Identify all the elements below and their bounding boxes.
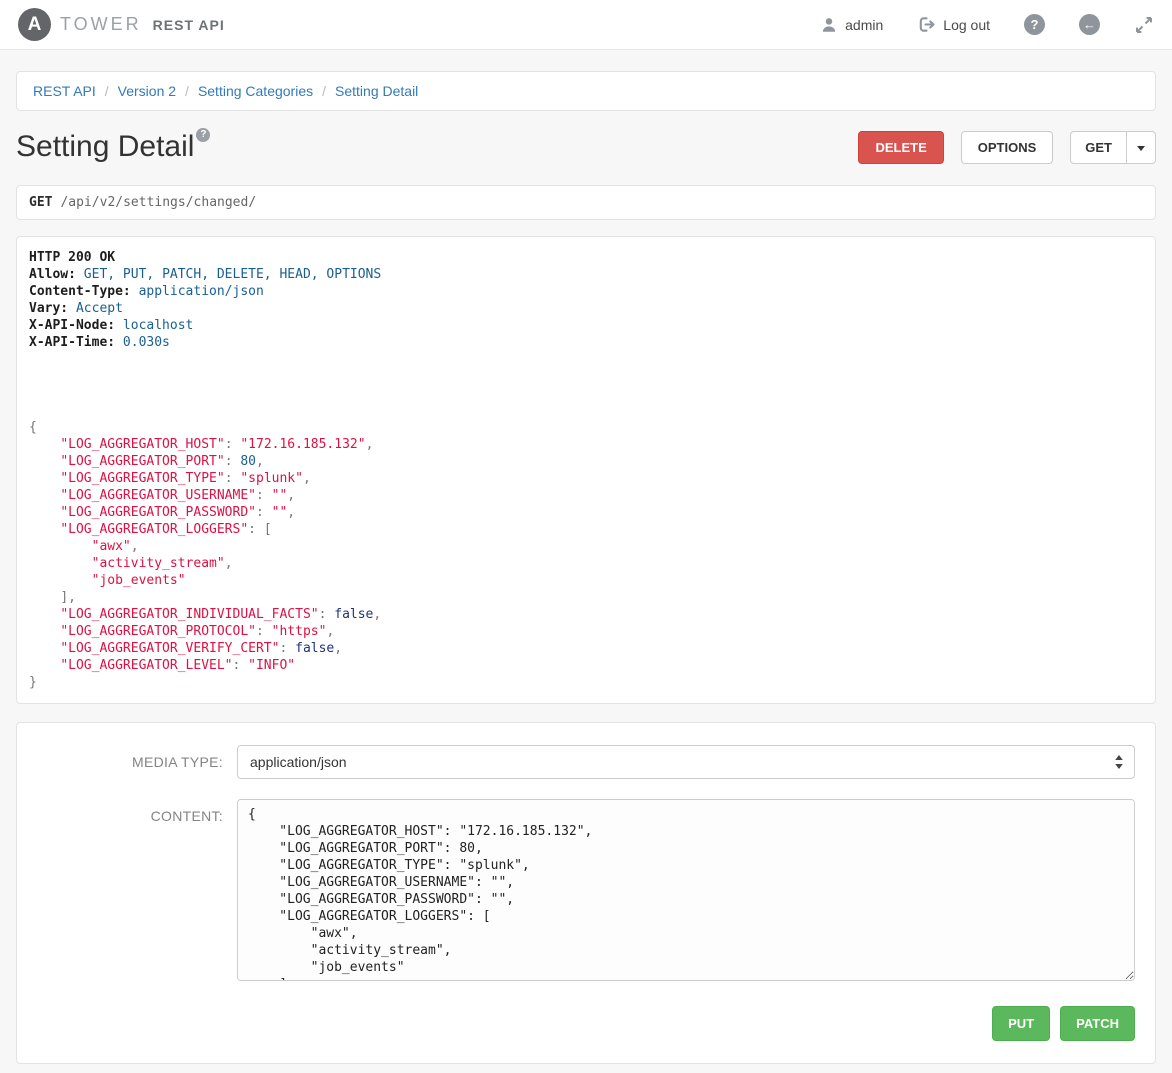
request-form-panel: MEDIA TYPE: application/json CONTENT: { … xyxy=(16,722,1156,1064)
action-buttons: DELETE OPTIONS GET xyxy=(858,131,1156,164)
breadcrumb-separator: / xyxy=(322,83,326,99)
navbar-right: admin Log out ? ← xyxy=(820,14,1154,35)
brand: A TOWER REST API xyxy=(18,8,225,41)
media-type-value: application/json xyxy=(250,754,347,770)
request-method: GET xyxy=(29,195,52,210)
brand-rest-api-label: REST API xyxy=(153,17,225,33)
select-arrows-icon xyxy=(1114,754,1124,770)
form-actions: PUT PATCH xyxy=(37,1006,1135,1041)
title-help-icon[interactable]: ? xyxy=(196,128,210,142)
username-label: admin xyxy=(845,17,883,33)
title-row: Setting Detail? DELETE OPTIONS GET xyxy=(16,127,1156,167)
page-title: Setting Detail? xyxy=(16,130,210,164)
content-label: CONTENT: xyxy=(37,799,237,824)
get-button[interactable]: GET xyxy=(1070,131,1127,164)
logout-icon xyxy=(917,15,936,34)
media-type-row: MEDIA TYPE: application/json xyxy=(37,745,1135,779)
response-block: HTTP 200 OK Allow: GET, PUT, PATCH, DELE… xyxy=(29,249,1143,691)
back-icon[interactable]: ← xyxy=(1079,14,1100,35)
request-path: /api/v2/settings/changed/ xyxy=(60,195,256,210)
put-button[interactable]: PUT xyxy=(992,1006,1050,1041)
content-textarea[interactable]: { "LOG_AGGREGATOR_HOST": "172.16.185.132… xyxy=(237,799,1135,981)
breadcrumb-item[interactable]: Setting Categories xyxy=(198,83,313,99)
get-dropdown-toggle[interactable] xyxy=(1127,131,1156,164)
logout-label: Log out xyxy=(943,17,990,33)
expand-icon[interactable] xyxy=(1134,15,1154,35)
delete-button[interactable]: DELETE xyxy=(858,131,943,164)
breadcrumb: REST API / Version 2 / Setting Categories / Se… xyxy=(16,71,1156,111)
patch-button[interactable]: PATCH xyxy=(1060,1006,1135,1041)
main-content: REST API / Version 2 / Setting Categories / Se… xyxy=(0,71,1172,1064)
brand-tower-label: TOWER xyxy=(60,14,142,35)
user-icon xyxy=(820,16,838,34)
user-menu[interactable]: admin xyxy=(820,16,883,34)
response-headers: HTTP 200 OK Allow: GET, PUT, PATCH, DELE… xyxy=(29,250,381,350)
ansible-logo-icon: A xyxy=(18,8,51,41)
options-button[interactable]: OPTIONS xyxy=(961,131,1054,164)
caret-down-icon xyxy=(1137,146,1145,151)
media-type-select[interactable]: application/json xyxy=(237,745,1135,779)
help-icon[interactable]: ? xyxy=(1024,14,1045,35)
request-line: GET/api/v2/settings/changed/ xyxy=(16,185,1156,220)
breadcrumb-item[interactable]: Setting Detail xyxy=(335,83,418,99)
breadcrumb-item[interactable]: REST API xyxy=(33,83,96,99)
response-panel: HTTP 200 OK Allow: GET, PUT, PATCH, DELE… xyxy=(16,236,1156,704)
breadcrumb-item[interactable]: Version 2 xyxy=(118,83,176,99)
logout-link[interactable]: Log out xyxy=(917,15,990,34)
navbar: A TOWER REST API admin Log out ? ← xyxy=(0,0,1172,50)
content-row: CONTENT: { "LOG_AGGREGATOR_HOST": "172.1… xyxy=(37,799,1135,986)
response-body-json: { "LOG_AGGREGATOR_HOST": "172.16.185.132… xyxy=(29,420,381,690)
breadcrumb-separator: / xyxy=(185,83,189,99)
page-title-text: Setting Detail xyxy=(16,130,194,163)
breadcrumb-separator: / xyxy=(105,83,109,99)
media-type-label: MEDIA TYPE: xyxy=(37,745,237,770)
get-button-group: GET xyxy=(1070,131,1156,164)
